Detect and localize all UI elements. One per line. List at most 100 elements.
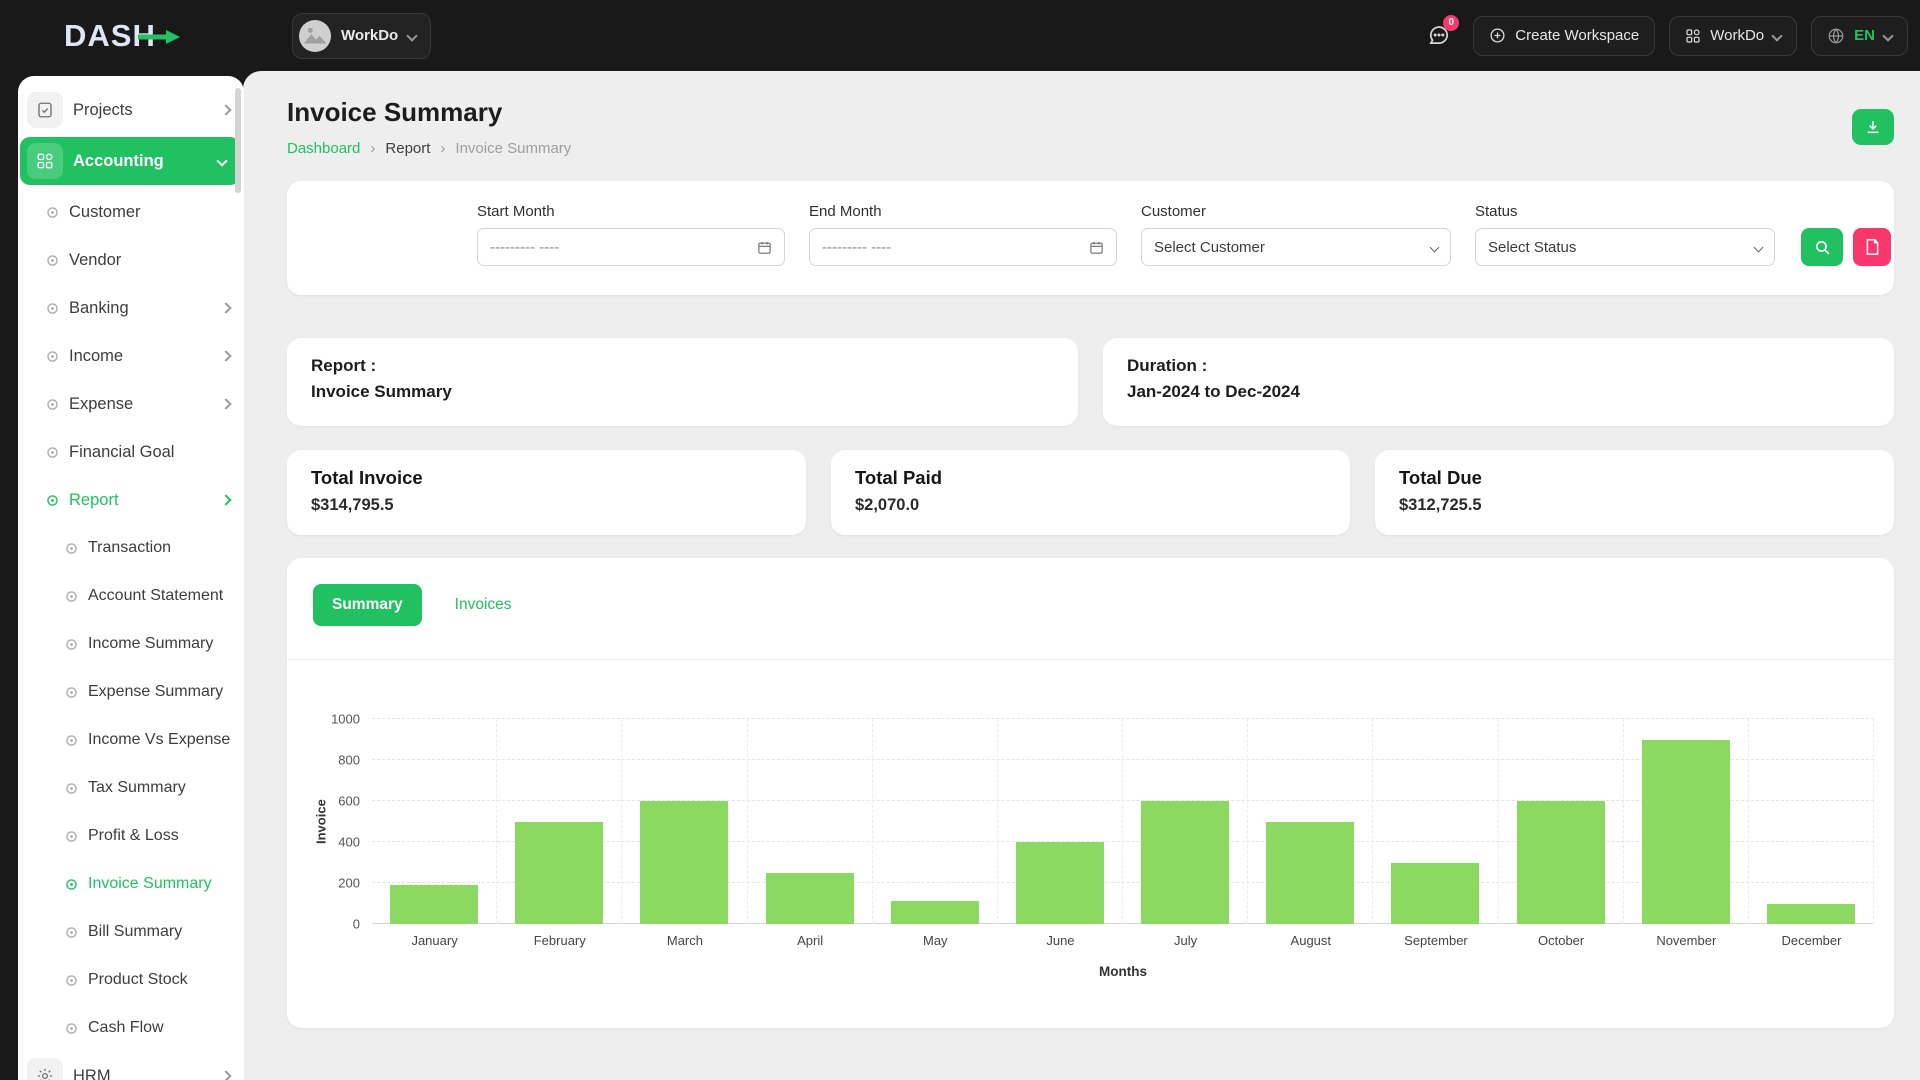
y-axis-title: Invoice [312,719,330,924]
breadcrumb-dashboard-link[interactable]: Dashboard [287,140,360,157]
sidebar-item-invoice-summary[interactable]: Invoice Summary [18,860,244,908]
sidebar-item-profit-loss[interactable]: Profit & Loss [18,812,244,860]
reset-filter-button[interactable] [1853,228,1891,266]
plus-circle-icon [1489,27,1506,44]
sidebar-item-accounting[interactable]: Accounting [20,137,240,185]
bullet-icon [46,398,59,411]
bar-september [1391,863,1479,925]
sidebar-item-label: Expense [69,395,133,414]
sidebar-item-label: Income [69,347,123,366]
bar-column-february [497,719,622,924]
sidebar-item-vendor[interactable]: Vendor [18,236,244,284]
customer-select-value: Select Customer [1154,239,1265,256]
bar-column-may [873,719,998,924]
sidebar-item-label: Customer [69,203,141,222]
bar-column-april [748,719,873,924]
bullet-icon [65,734,78,747]
sidebar-item-banking[interactable]: Banking [18,284,244,332]
sidebar-item-projects[interactable]: Projects [18,86,244,134]
sidebar-scrollbar[interactable] [235,88,241,193]
workspace-avatar [299,20,331,52]
bullet-icon [65,974,78,987]
sidebar-item-income[interactable]: Income [18,332,244,380]
duration-card-value: Jan-2024 to Dec-2024 [1127,382,1870,402]
breadcrumb-report: Report [385,140,430,157]
bullet-icon [46,494,59,507]
bullet-icon [65,878,78,891]
bar-column-march [622,719,747,924]
chevron-down-icon [1771,30,1782,41]
sidebar-item-product-stock[interactable]: Product Stock [18,956,244,1004]
customer-label: Customer [1141,203,1451,220]
status-label: Status [1475,203,1775,220]
start-month-input[interactable]: --------- ---- [477,228,785,266]
workdo-apps-button[interactable]: WorkDo [1669,16,1797,56]
sidebar-item-account-statement[interactable]: Account Statement [18,572,244,620]
sidebar-item-financial-goal[interactable]: Financial Goal [18,428,244,476]
duration-card-label: Duration : [1127,356,1870,376]
sidebar-item-cash-flow[interactable]: Cash Flow [18,1004,244,1052]
filter-card: Start Month --------- ---- End Month ---… [287,181,1894,295]
search-button[interactable] [1801,228,1843,266]
chevron-right-icon [220,1070,231,1080]
status-select[interactable]: Select Status [1475,228,1775,266]
x-tick-label: November [1624,933,1749,948]
chevron-down-icon [407,30,418,41]
sidebar-item-expense-summary[interactable]: Expense Summary [18,668,244,716]
logo-arrow-icon [138,30,180,44]
sidebar-item-income-vs-expense[interactable]: Income Vs Expense [18,716,244,764]
bar-july [1141,801,1229,924]
report-card-label: Report : [311,356,1054,376]
bullet-icon [46,254,59,267]
messenger-button[interactable]: 0 [1417,15,1459,57]
sidebar: ProjectsAccounting Customer VendorBanking I… [18,76,244,1080]
bullet-icon [65,590,78,603]
sidebar-item-customer[interactable]: Customer [18,188,244,236]
sidebar-item-tax-summary[interactable]: Tax Summary [18,764,244,812]
customer-select[interactable]: Select Customer [1141,228,1451,266]
sidebar-item-transaction[interactable]: Transaction [18,524,244,572]
tab-summary[interactable]: Summary [313,584,422,626]
end-month-input[interactable]: --------- ---- [809,228,1117,266]
stats-row: Total Invoice $314,795.5 Total Paid $2,0… [287,450,1894,535]
sidebar-item-hrm[interactable]: HRM [18,1052,244,1080]
breadcrumb-separator: › [440,140,445,157]
sidebar-item-expense[interactable]: Expense [18,380,244,428]
language-code: EN [1854,27,1875,44]
grid-icon [27,143,63,179]
sidebar-item-report[interactable]: Report [18,476,244,524]
sidebar-item-label: Invoice Summary [88,875,212,893]
download-icon [1865,119,1881,135]
sidebar-item-label: Financial Goal [69,443,174,462]
x-tick-label: September [1373,933,1498,948]
page-title: Invoice Summary [287,97,571,128]
y-tick-label: 800 [338,753,360,768]
bar-column-december [1749,719,1874,924]
tab-invoices[interactable]: Invoices [436,584,531,626]
download-button[interactable] [1852,109,1894,145]
chart-plot: 02004006008001000 [372,719,1874,924]
create-workspace-label: Create Workspace [1515,27,1639,44]
bar-december [1767,904,1855,925]
sidebar-item-label: Account Statement [88,587,223,605]
bar-october [1517,801,1605,924]
tabs-divider [287,659,1894,660]
header-actions: 0 Create Workspace WorkDo EN [1417,15,1920,57]
chevron-down-icon [1754,242,1764,252]
stat-card-total-paid: Total Paid $2,070.0 [831,450,1350,535]
sidebar-item-income-summary[interactable]: Income Summary [18,620,244,668]
sidebar-item-bill-summary[interactable]: Bill Summary [18,908,244,956]
bar-february [515,822,603,925]
create-workspace-button[interactable]: Create Workspace [1473,16,1655,56]
bar-column-november [1624,719,1749,924]
language-selector[interactable]: EN [1811,16,1908,56]
bar-column-june [998,719,1123,924]
chart-tabs: Summary Invoices [287,558,1894,626]
bar-june [1016,842,1104,924]
stat-value: $312,725.5 [1399,496,1870,515]
bar-column-october [1499,719,1624,924]
workspace-switcher[interactable]: WorkDo [292,13,431,59]
x-tick-label: February [497,933,622,948]
bullet-icon [65,926,78,939]
sidebar-item-label: Report [69,491,119,510]
